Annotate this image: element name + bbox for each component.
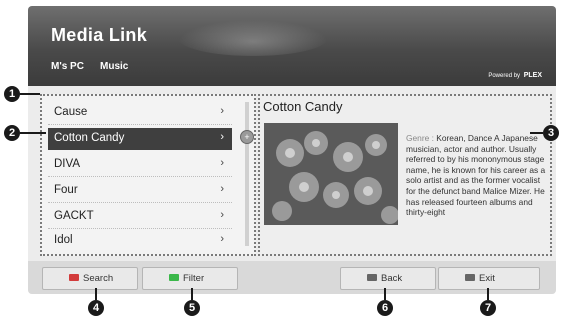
callout-line-6: [384, 288, 386, 300]
callout-2: 2: [4, 125, 20, 141]
callout-line-7: [487, 288, 489, 300]
callout-5: 5: [184, 300, 200, 316]
chevron-right-icon: ›: [220, 183, 224, 195]
scrollbar-thumb-icon[interactable]: +: [240, 130, 254, 144]
app-title: Media Link: [51, 25, 148, 45]
list-item-label: Idol: [54, 234, 73, 246]
callout-line-5: [191, 288, 193, 300]
album-art-image: [264, 123, 398, 225]
back-button[interactable]: Back: [340, 267, 436, 290]
exit-key-icon: [465, 274, 475, 281]
breadcrumb-source[interactable]: M's PC: [51, 61, 84, 72]
green-key-icon: [169, 274, 179, 281]
chevron-right-icon: ›: [220, 157, 224, 169]
powered-by: Powered by PLEX: [488, 72, 542, 79]
list-item[interactable]: DIVA ›: [48, 154, 232, 177]
filter-button[interactable]: Filter: [142, 267, 238, 290]
list-item[interactable]: Cause ›: [48, 102, 232, 125]
header-decoration: [178, 20, 328, 56]
filter-label: Filter: [183, 273, 205, 284]
powered-by-prefix: Powered by: [488, 73, 521, 79]
header-bar: Media Link M's PC Music Powered by PLEX: [28, 6, 556, 86]
callout-line-2: [20, 132, 46, 134]
callout-6: 6: [377, 300, 393, 316]
genre-label: Genre :: [406, 133, 434, 143]
list-item-label: Cotton Candy: [54, 132, 125, 144]
list-item[interactable]: Idol ›: [48, 230, 232, 252]
detail-panel: Cotton Candy Genre : Korean, Dance A Jap…: [258, 94, 552, 256]
chevron-right-icon: ›: [220, 131, 224, 143]
callout-line-3: [530, 132, 543, 134]
callout-3: 3: [543, 125, 559, 141]
chevron-right-icon: ›: [220, 105, 224, 117]
bottom-bar: Search Filter Back Exit: [28, 261, 556, 294]
media-list: Cause › Cotton Candy › DIVA › Four › GAC…: [40, 94, 256, 256]
chevron-right-icon: ›: [220, 233, 224, 245]
detail-title: Cotton Candy: [263, 99, 343, 114]
artist-description: Genre : Korean, Dance A Japanese musicia…: [406, 133, 546, 218]
callout-line-4: [95, 288, 97, 300]
callout-4: 4: [88, 300, 104, 316]
list-item-label: Cause: [54, 106, 88, 118]
callout-1: 1: [4, 86, 20, 102]
exit-label: Exit: [479, 273, 495, 284]
tv-screen: Media Link M's PC Music Powered by PLEX …: [28, 6, 556, 294]
back-key-icon: [367, 274, 377, 281]
list-item[interactable]: GACKT ›: [48, 206, 232, 229]
back-label: Back: [381, 273, 403, 284]
search-label: Search: [83, 273, 114, 284]
list-item-selected[interactable]: Cotton Candy ›: [48, 128, 232, 150]
red-key-icon: [69, 274, 79, 281]
list-item-label: DIVA: [54, 158, 80, 170]
list-item[interactable]: Four ›: [48, 180, 232, 203]
list-item-label: GACKT: [54, 210, 94, 222]
list-scrollbar[interactable]: +: [240, 102, 254, 246]
description-text: A Japanese musician, actor and author. U…: [406, 133, 546, 218]
callout-line-1: [20, 93, 40, 95]
callout-7: 7: [480, 300, 496, 316]
exit-button[interactable]: Exit: [438, 267, 540, 290]
search-button[interactable]: Search: [42, 267, 138, 290]
list-item-label: Four: [54, 184, 78, 196]
genre-value: Korean, Dance: [436, 133, 493, 143]
breadcrumb-category[interactable]: Music: [100, 61, 128, 72]
flower-photo-icon: [264, 123, 398, 225]
chevron-right-icon: ›: [220, 209, 224, 221]
plex-logo: PLEX: [523, 72, 542, 79]
